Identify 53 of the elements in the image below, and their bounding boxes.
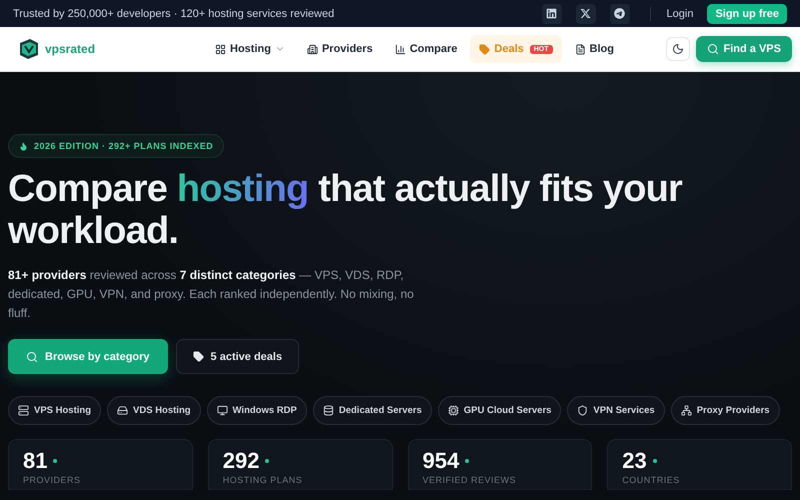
stat-label: HOSTING PLANS (222, 475, 304, 485)
stat-label: PROVIDERS (23, 475, 82, 485)
server-rack-icon (322, 405, 334, 416)
category-chip[interactable]: VPS Hosting (8, 396, 102, 425)
nav-link[interactable]: Providers (298, 35, 382, 63)
x-link[interactable] (576, 4, 596, 24)
tag-icon (192, 351, 204, 362)
category-chip[interactable]: Windows RDP (206, 396, 307, 425)
search-icon (706, 43, 719, 55)
linkedin-icon (546, 8, 558, 19)
status-dot (652, 459, 657, 463)
category-chip[interactable]: GPU Cloud Servers (438, 396, 562, 425)
document-icon (574, 44, 586, 54)
tag-icon (479, 44, 490, 54)
status-dot (465, 459, 470, 463)
grid-icon (215, 44, 226, 54)
edition-badge: 2026 EDITION · 292+ PLANS INDEXED (8, 134, 224, 158)
stat-value: 23 (622, 448, 647, 474)
category-chip[interactable]: Proxy Providers (670, 396, 780, 425)
theme-toggle-button[interactable] (666, 37, 690, 61)
server-icon (18, 405, 29, 416)
network-icon (680, 405, 692, 416)
active-deals-button[interactable]: 5 active deals (176, 339, 300, 374)
category-chip[interactable]: VDS Hosting (107, 396, 201, 425)
trust-tagline: Trusted by 250,000+ developers · 120+ hosting services reviewed (13, 8, 336, 20)
stat-value: 954 (422, 448, 460, 474)
telegram-icon (614, 8, 626, 19)
building-icon (306, 44, 318, 54)
stat-label: COUNTRIES (622, 475, 681, 485)
nav-link[interactable]: Hosting (206, 35, 294, 63)
nav-link[interactable]: Blog (566, 35, 623, 63)
stat-label: VERIFIED REVIEWS (422, 475, 518, 485)
bar-chart-icon (394, 44, 406, 54)
moon-icon (672, 43, 684, 55)
category-chip[interactable]: VPN Services (567, 396, 665, 425)
chip-icon (448, 405, 459, 416)
category-chip[interactable]: Dedicated Servers (312, 396, 432, 425)
x-icon (580, 8, 592, 19)
nav-link[interactable]: Compare (386, 35, 466, 63)
hero-headline: Compare hosting that actually fits your workload. (8, 168, 684, 252)
stat-value: 292 (222, 448, 260, 474)
flame-icon (19, 142, 28, 150)
login-link[interactable]: Login (666, 8, 694, 20)
linkedin-link[interactable] (542, 4, 562, 24)
status-dot (53, 459, 58, 463)
hard-drive-icon (117, 405, 128, 416)
telegram-link[interactable] (610, 4, 630, 24)
monitor-icon (216, 405, 228, 416)
status-dot (265, 459, 270, 463)
shield-icon (577, 405, 588, 416)
search-icon (26, 350, 38, 362)
hero-description: 81+ providers reviewed across 7 distinct categories — VPS, VDS, RDP, dedicated, GPU, VPN, and proxy. Each ranked independently. No mixing, no fluff. (8, 267, 415, 322)
stat-value: 81 (23, 448, 48, 474)
